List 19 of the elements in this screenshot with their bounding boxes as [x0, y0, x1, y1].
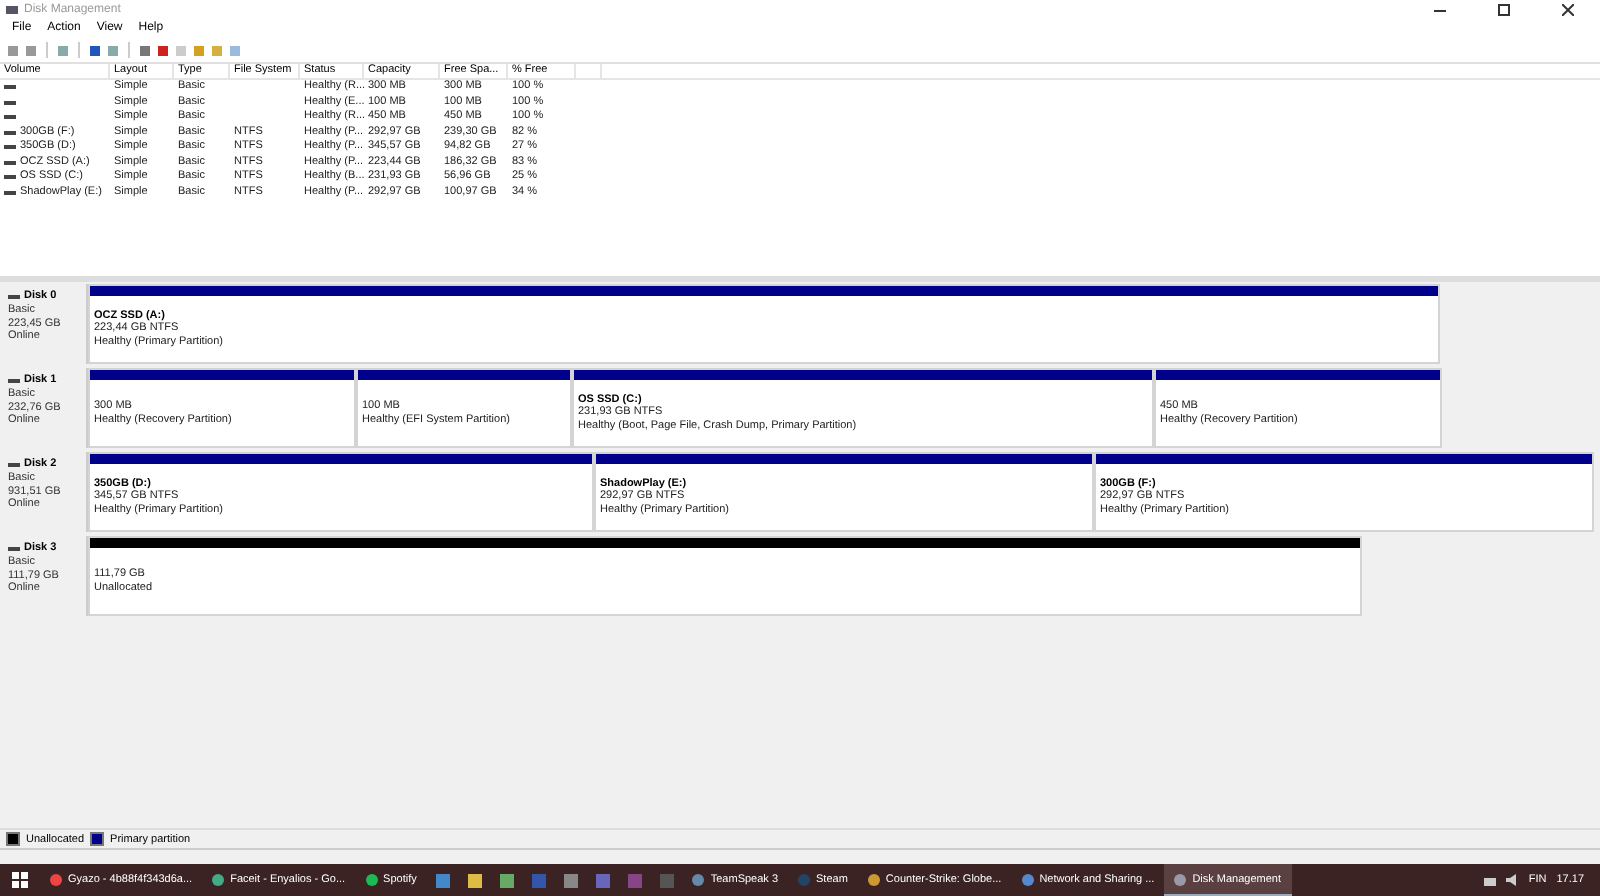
app-icon: [798, 873, 811, 885]
app-icon: [50, 873, 62, 885]
app-icon: [692, 873, 705, 885]
app-icon: [867, 873, 880, 885]
app-icon: [212, 873, 225, 885]
start-icon[interactable]: [12, 872, 28, 888]
taskbar-app-icon[interactable]: [435, 873, 450, 887]
app-icon: [6, 4, 18, 16]
taskbar-app-icon[interactable]: [499, 873, 514, 887]
app-icon: [1021, 873, 1034, 885]
network-icon[interactable]: [1484, 874, 1497, 886]
maximize-icon[interactable]: [1498, 4, 1510, 16]
volume-icon[interactable]: [1506, 874, 1519, 886]
minimize-icon[interactable]: [1434, 9, 1446, 11]
taskbar-app-icon[interactable]: [467, 873, 482, 887]
taskbar-app-icon[interactable]: [563, 873, 578, 887]
app-icon: [1174, 873, 1187, 885]
app-icon: [365, 873, 378, 885]
close-icon[interactable]: [1562, 4, 1574, 16]
